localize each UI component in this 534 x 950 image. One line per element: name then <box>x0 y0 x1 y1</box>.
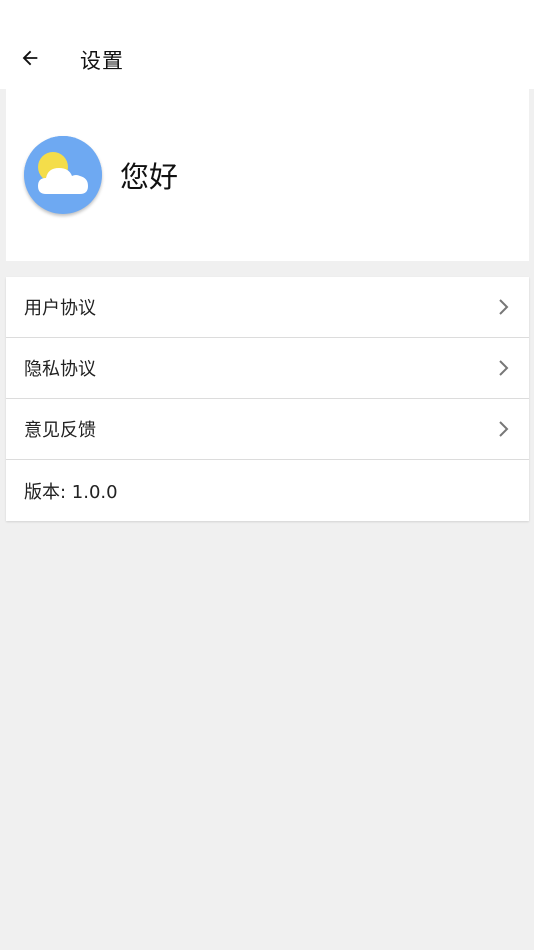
version-label: 版本: 1.0.0 <box>24 481 118 503</box>
version-row: 版本: 1.0.0 <box>6 460 529 521</box>
greeting-text: 您好 <box>120 160 179 194</box>
app-bar: 设置 <box>0 30 534 89</box>
page-title: 设置 <box>80 48 124 73</box>
profile-card: 您好 <box>6 89 529 261</box>
back-button[interactable] <box>0 30 60 89</box>
arrow-left-icon <box>19 47 41 73</box>
status-bar <box>0 0 534 30</box>
menu-item-label: 隐私协议 <box>24 359 96 380</box>
menu-item-label: 用户协议 <box>24 298 96 319</box>
weather-cloud-sun-icon <box>24 136 102 214</box>
menu-item-user-agreement[interactable]: 用户协议 <box>6 277 529 338</box>
settings-menu: 用户协议 隐私协议 意见反馈 版本: 1.0.0 <box>6 277 529 521</box>
chevron-right-icon <box>497 420 511 438</box>
chevron-right-icon <box>497 359 511 377</box>
menu-item-privacy-agreement[interactable]: 隐私协议 <box>6 338 529 399</box>
avatar[interactable] <box>24 136 102 214</box>
chevron-right-icon <box>497 298 511 316</box>
menu-item-label: 意见反馈 <box>24 420 96 441</box>
menu-item-feedback[interactable]: 意见反馈 <box>6 399 529 460</box>
